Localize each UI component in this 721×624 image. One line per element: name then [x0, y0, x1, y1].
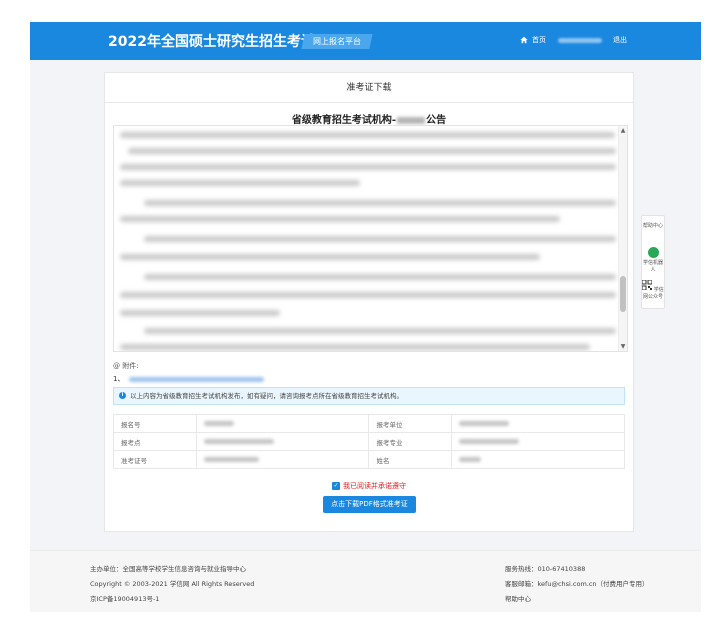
- info-icon: i: [119, 392, 126, 399]
- footer-hotline: 服务热线：010-67410388: [505, 565, 586, 573]
- home-icon: [520, 36, 528, 44]
- table-row: 准考证号 姓名: [113, 450, 625, 469]
- platform-tag: 网上报名平台: [301, 34, 373, 49]
- side-toolbar: 帮助中心 学信机器人 学信网公众号: [641, 215, 665, 309]
- ticket-no-value: [195, 450, 370, 469]
- exam-major-label: 报考专业: [368, 432, 453, 451]
- robot-button[interactable]: 学信机器人: [642, 247, 664, 273]
- exam-site-label: 报考点: [113, 432, 197, 451]
- attachment-label: @ 附件:: [113, 362, 139, 370]
- table-row: 报考点 报考专业: [113, 432, 625, 451]
- scroll-up-arrow[interactable]: ▲: [619, 127, 627, 134]
- header-nav: 首页 退出: [520, 35, 627, 45]
- site-title: 2022年全国硕士研究生招生考试: [108, 34, 315, 50]
- help-center-button[interactable]: 帮助中心: [642, 222, 664, 229]
- notice-title: 省级教育招生考试机构- 公告: [291, 115, 447, 126]
- exam-unit-label: 报考单位: [368, 414, 453, 433]
- agree-checkbox[interactable]: ✓: [332, 482, 340, 490]
- footer-organizer: 主办单位：全国高等学校学生信息咨询与就业指导中心: [90, 565, 246, 573]
- ticket-no-label: 准考证号: [113, 450, 197, 469]
- exam-major-value: [451, 432, 625, 451]
- name-label: 姓名: [368, 450, 453, 469]
- footer-help-center[interactable]: 帮助中心: [505, 593, 531, 603]
- name-value: [451, 450, 625, 469]
- wechat-button[interactable]: 学信网公众号: [641, 279, 664, 300]
- qr-code-icon: [641, 279, 653, 291]
- user-name-blurred: [558, 37, 602, 43]
- registration-no-label: 报名号: [113, 414, 197, 433]
- footer-email: 客服邮箱：kefu@chsi.com.cn（付费用户专用）: [505, 580, 649, 588]
- exam-site-value: [195, 432, 370, 451]
- home-link[interactable]: 首页: [532, 35, 546, 45]
- admission-ticket-card: 准考证下载 省级教育招生考试机构- 公告 ▲ ▼ @ 附件: 1、 i 以上内容为…: [104, 72, 634, 532]
- candidate-info-table: 报名号 报考单位 报考点 报考专业 准考证号 姓名: [113, 414, 625, 469]
- footer-copyright: Copyright © 2003-2021 学信网 All Rights Res…: [90, 580, 255, 588]
- logout-link[interactable]: 退出: [613, 35, 627, 45]
- paperclip-icon: @: [113, 362, 120, 370]
- download-pdf-button[interactable]: 点击下载PDF格式准考证: [323, 496, 416, 513]
- top-header: 2022年全国硕士研究生招生考试 网上报名平台 首页 退出: [30, 22, 701, 60]
- attachment-link[interactable]: [129, 376, 265, 382]
- registration-no-value: [195, 414, 370, 433]
- card-title: 准考证下载: [105, 73, 633, 103]
- notice-content-box[interactable]: ▲ ▼: [113, 125, 628, 352]
- scroll-thumb[interactable]: [620, 276, 626, 312]
- agree-text: 我已阅读并承诺遵守: [343, 482, 406, 490]
- scrollbar[interactable]: ▲ ▼: [618, 126, 627, 351]
- table-row: 报名号 报考单位: [113, 414, 625, 433]
- robot-icon: [647, 247, 659, 258]
- province-name-blurred: [397, 116, 426, 124]
- exam-unit-value: [451, 414, 625, 433]
- agree-checkbox-row[interactable]: ✓ 我已阅读并承诺遵守: [105, 481, 633, 491]
- footer-icp[interactable]: 京ICP备19004913号-1: [90, 593, 159, 603]
- footer: 主办单位：全国高等学校学生信息咨询与就业指导中心 Copyright © 200…: [30, 550, 701, 612]
- info-message-box: i 以上内容为省级教育招生考试机构发布，如有疑问，请咨询报考点所在省级教育招生考…: [113, 387, 625, 405]
- attachment-item: 1、: [113, 374, 265, 384]
- scroll-down-arrow[interactable]: ▼: [619, 343, 627, 350]
